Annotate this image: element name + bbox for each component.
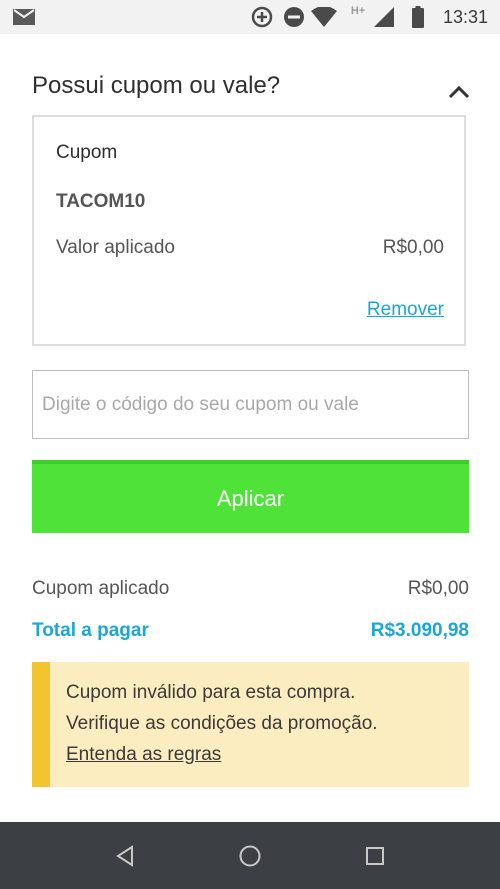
network-type-label: H+ — [350, 5, 366, 17]
home-button[interactable] — [220, 822, 280, 889]
warning-stripe — [32, 662, 50, 787]
do-not-disturb-icon — [282, 0, 306, 34]
back-icon — [116, 844, 133, 867]
rules-link[interactable]: Entenda as regras — [66, 744, 221, 766]
warning-message-line-1: Cupom inválido para esta compra. — [66, 682, 356, 703]
coupon-applied-value: R$0,00 — [407, 578, 469, 599]
home-icon — [239, 845, 261, 866]
invalid-coupon-warning: Cupom inválido para esta compra. Verifiq… — [32, 662, 469, 787]
status-time: 13:31 — [442, 7, 488, 27]
recents-icon — [366, 846, 384, 865]
apply-button[interactable]: Aplicar — [32, 460, 469, 533]
recents-button[interactable] — [345, 822, 405, 889]
section-title: Possui cupom ou vale? — [32, 72, 281, 99]
applied-coupon-card: Cupom TACOM10 Valor aplicado R$0,00 Remo… — [32, 115, 466, 346]
checkout-screen: H+ 13:31 Possui cupom ou vale? Cupom TAC… — [0, 0, 500, 889]
applied-value: R$0,00 — [382, 237, 444, 258]
warning-message-line-2: Verifique as condições da promoção. — [66, 713, 378, 734]
coupon-label: Cupom — [56, 142, 118, 163]
coupon-code-input[interactable] — [32, 370, 469, 439]
wifi-icon — [310, 0, 338, 34]
navigation-bar — [0, 822, 500, 889]
coupon-code: TACOM10 — [56, 191, 146, 212]
applied-value-label: Valor aplicado — [56, 237, 176, 258]
coupon-applied-label: Cupom aplicado — [32, 578, 170, 599]
total-label: Total a pagar — [32, 620, 149, 641]
status-bar: H+ 13:31 — [0, 0, 500, 34]
signal-icon — [372, 0, 396, 34]
back-button[interactable] — [95, 822, 155, 889]
chevron-up-icon — [448, 85, 470, 99]
data-saver-icon — [250, 0, 274, 34]
total-value: R$3.090,98 — [370, 620, 469, 641]
collapse-button[interactable] — [444, 78, 474, 106]
mail-icon — [12, 0, 36, 34]
battery-icon — [408, 0, 428, 34]
remove-coupon-link[interactable]: Remover — [367, 299, 444, 321]
